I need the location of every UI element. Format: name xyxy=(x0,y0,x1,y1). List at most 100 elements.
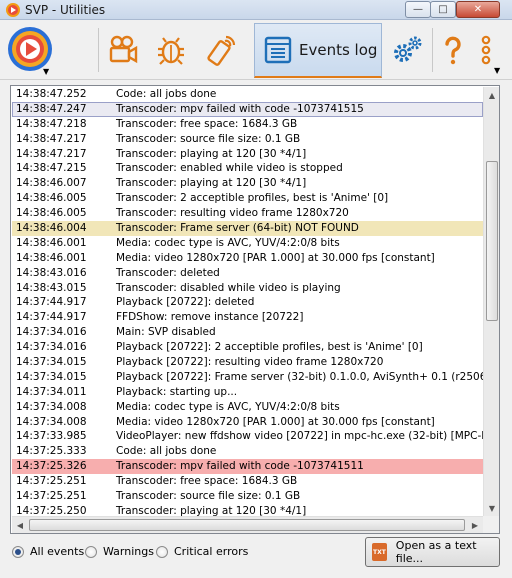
log-row[interactable]: 14:38:46.007 Transcoder: playing at 120 [… xyxy=(12,176,483,191)
scroll-up-icon[interactable]: ▲ xyxy=(484,87,499,103)
log-message: Transcoder: playing at 120 [30 *4/1] xyxy=(116,177,307,190)
log-row[interactable]: 14:38:47.215 Transcoder: enabled while vi… xyxy=(12,161,483,176)
log-timestamp: 14:37:44.917 xyxy=(16,311,87,324)
log-row[interactable]: 14:37:44.917 Playback [20722]: deleted xyxy=(12,295,483,310)
remote-control-icon xyxy=(207,35,236,66)
radio-all-events[interactable] xyxy=(12,545,24,558)
filter-all-events[interactable]: All events xyxy=(12,545,84,558)
log-row[interactable]: 14:37:34.015 Playback [20722]: Frame serv… xyxy=(12,370,483,385)
video-profiles-button[interactable] xyxy=(100,26,146,74)
log-row[interactable]: 14:38:46.004 Transcoder: Frame server (64… xyxy=(12,221,483,236)
remote-control-button[interactable] xyxy=(198,26,244,74)
log-message: Transcoder: resulting video frame 1280x7… xyxy=(116,207,349,220)
toolbar: ▼ Events log ▼ xyxy=(0,20,512,80)
log-row[interactable]: 14:37:34.008 Media: video 1280x720 [PAR 1… xyxy=(12,415,483,430)
log-row[interactable]: 14:37:25.251 Transcoder: source file size… xyxy=(12,489,483,504)
log-message: Media: codec type is AVC, YUV/4:2:0/8 bi… xyxy=(116,236,340,249)
log-message: Playback [20722]: resulting video frame … xyxy=(116,356,384,369)
close-button[interactable]: ✕ xyxy=(456,1,500,18)
log-row[interactable]: 14:37:25.333 Code: all jobs done xyxy=(12,444,483,459)
tab-events-log[interactable]: Events log xyxy=(254,23,382,78)
settings-button[interactable] xyxy=(384,26,430,74)
window-title: SVP - Utilities xyxy=(25,3,106,17)
log-message: Media: video 1280x720 [PAR 1.000] at 30.… xyxy=(116,415,435,428)
debug-button[interactable] xyxy=(148,26,194,74)
log-row[interactable]: 14:38:47.217 Transcoder: source file size… xyxy=(12,132,483,147)
log-message: Code: all jobs done xyxy=(116,88,217,100)
filter-warnings[interactable]: Warnings xyxy=(85,545,154,558)
log-timestamp: 14:38:46.007 xyxy=(16,177,87,190)
log-row[interactable]: 14:38:46.001 Media: video 1280x720 [PAR 1… xyxy=(12,251,483,266)
log-row[interactable]: 14:38:47.252 Code: all jobs done xyxy=(12,87,483,102)
log-row[interactable]: 14:37:34.016 Playback [20722]: 2 acceptib… xyxy=(12,340,483,355)
log-timestamp: 14:38:47.217 xyxy=(16,147,87,160)
filter-all-events-label: All events xyxy=(30,545,85,558)
log-row[interactable]: 14:37:34.015 Playback [20722]: resulting … xyxy=(12,355,483,370)
log-message: Transcoder: free space: 1684.3 GB xyxy=(116,117,298,130)
scroll-down-icon[interactable]: ▼ xyxy=(484,500,499,516)
horizontal-scroll-thumb[interactable] xyxy=(29,519,465,531)
log-timestamp: 14:37:44.917 xyxy=(16,296,87,309)
minimize-icon: — xyxy=(413,4,423,15)
log-message: Transcoder: mpv failed with code -107374… xyxy=(116,102,364,115)
log-timestamp: 14:37:25.326 xyxy=(16,460,87,473)
vertical-scrollbar[interactable]: ▲ ▼ xyxy=(483,87,499,516)
open-as-text-file-label: Open as a text file... xyxy=(395,539,477,565)
video-camera-icon xyxy=(109,35,138,64)
log-row[interactable]: 14:37:25.326 Transcoder: mpv failed with … xyxy=(12,459,483,475)
gears-icon xyxy=(394,36,422,62)
vertical-scroll-thumb[interactable] xyxy=(486,161,498,321)
log-row[interactable]: 14:38:47.218 Transcoder: free space: 1684… xyxy=(12,117,483,132)
minimize-button[interactable]: — xyxy=(405,1,431,18)
log-row[interactable]: 14:38:46.005 Transcoder: 2 acceptible pro… xyxy=(12,191,483,206)
log-row[interactable]: 14:37:34.011 Playback: starting up... xyxy=(12,385,483,400)
svp-logo-menu-button[interactable] xyxy=(6,25,58,77)
log-timestamp: 14:38:46.005 xyxy=(16,207,87,220)
radio-warnings[interactable] xyxy=(85,545,97,558)
log-timestamp: 14:37:34.008 xyxy=(16,400,87,413)
log-row[interactable]: 14:38:47.247 Transcoder: mpv failed with … xyxy=(12,101,483,117)
log-message: Transcoder: mpv failed with code -107374… xyxy=(116,460,364,473)
scroll-corner xyxy=(483,516,499,533)
log-rows: 14:38:47.252 Code: all jobs done 14:38:47.… xyxy=(12,87,483,532)
scroll-right-icon[interactable]: ▶ xyxy=(467,517,483,533)
filter-warnings-label: Warnings xyxy=(103,545,154,558)
log-row[interactable]: 14:37:33.985 VideoPlayer: new ffdshow vid… xyxy=(12,429,483,444)
log-message: Transcoder: source file size: 0.1 GB xyxy=(116,132,301,145)
log-timestamp: 14:37:34.015 xyxy=(16,356,87,369)
tab-events-log-label: Events log xyxy=(299,41,378,59)
scroll-left-icon[interactable]: ◀ xyxy=(12,517,28,533)
log-row[interactable]: 14:37:34.008 Media: codec type is AVC, YU… xyxy=(12,400,483,415)
logo-dropdown-icon: ▼ xyxy=(43,67,50,76)
log-row[interactable]: 14:38:43.016 Transcoder: deleted xyxy=(12,266,483,281)
log-row[interactable]: 14:38:46.005 Transcoder: resulting video … xyxy=(12,206,483,221)
log-row[interactable]: 14:37:25.251 Transcoder: free space: 1684… xyxy=(12,474,483,489)
filter-critical-errors[interactable]: Critical errors xyxy=(156,545,248,558)
title-bar: SVP - Utilities — □ ✕ xyxy=(0,0,512,20)
log-message: Transcoder: Frame server (64-bit) NOT FO… xyxy=(116,222,359,235)
log-message: Main: SVP disabled xyxy=(116,326,216,339)
filter-critical-errors-label: Critical errors xyxy=(174,545,249,558)
maximize-button[interactable]: □ xyxy=(430,1,456,18)
svp-app-icon xyxy=(6,3,20,17)
txt-file-icon: TXT xyxy=(372,543,387,561)
log-row[interactable]: 14:37:44.917 FFDShow: remove instance [20… xyxy=(12,310,483,325)
events-log-list[interactable]: 14:38:47.252 Code: all jobs done 14:38:47.… xyxy=(10,85,500,534)
log-timestamp: 14:38:47.215 xyxy=(16,162,87,175)
vertical-dots-icon xyxy=(481,35,491,65)
log-row[interactable]: 14:38:47.217 Transcoder: playing at 120 [… xyxy=(12,147,483,162)
log-row[interactable]: 14:38:46.001 Media: codec type is AVC, YU… xyxy=(12,236,483,251)
log-message: FFDShow: remove instance [20722] xyxy=(116,311,304,324)
log-timestamp: 14:38:46.001 xyxy=(16,251,87,264)
log-row[interactable]: 14:37:34.016 Main: SVP disabled xyxy=(12,325,483,340)
log-timestamp: 14:37:34.011 xyxy=(16,385,87,398)
log-message: Transcoder: deleted xyxy=(116,266,220,279)
radio-critical-errors[interactable] xyxy=(156,545,168,558)
log-timestamp: 14:38:46.005 xyxy=(16,192,87,205)
open-as-text-file-button[interactable]: TXT Open as a text file... xyxy=(365,537,500,567)
log-timestamp: 14:37:25.251 xyxy=(16,475,87,488)
log-message: Playback: starting up... xyxy=(116,385,238,398)
toolbar-separator xyxy=(98,28,99,72)
log-row[interactable]: 14:38:43.015 Transcoder: disabled while v… xyxy=(12,281,483,296)
horizontal-scrollbar[interactable]: ◀ ▶ xyxy=(12,516,483,533)
